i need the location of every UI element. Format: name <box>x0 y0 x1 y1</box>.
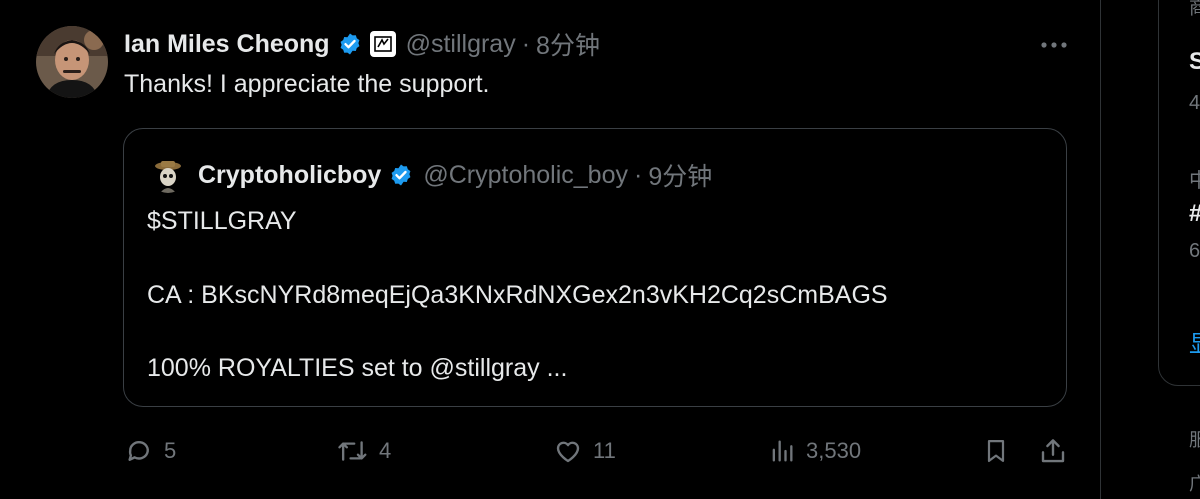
heart-icon <box>556 441 580 463</box>
sidebar-fragment[interactable]: 服 <box>1189 426 1200 452</box>
quoted-author-name[interactable]: Cryptoholicboy <box>198 161 381 190</box>
repost-button[interactable]: 4 <box>337 432 391 470</box>
reply-count: 5 <box>164 438 177 463</box>
views-button[interactable]: 3,530 <box>768 432 861 470</box>
separator-dot: · <box>633 160 643 189</box>
quoted-header: Cryptoholicboy @Cryptoholic_boy · 9分钟 <box>150 157 712 193</box>
sidebar-trends-card <box>1158 0 1200 386</box>
quoted-tweet[interactable]: Cryptoholicboy @Cryptoholic_boy · 9分钟 $S… <box>123 128 1067 407</box>
verified-badge-icon[interactable] <box>338 32 362 56</box>
quoted-text-line: $STILLGRAY <box>147 207 297 235</box>
tweet-text: Thanks! I appreciate the support. <box>124 70 490 98</box>
author-avatar[interactable] <box>36 26 108 98</box>
tweet-header: Ian Miles Cheong @stillgray · 8分钟 <box>124 26 600 62</box>
repost-icon <box>338 441 367 461</box>
share-icon <box>1041 439 1065 463</box>
quoted-author-avatar[interactable] <box>150 157 186 193</box>
affiliation-badge-icon[interactable] <box>369 31 396 57</box>
share-button[interactable] <box>1038 432 1068 470</box>
like-button[interactable]: 11 <box>553 432 616 470</box>
repost-count: 4 <box>379 438 392 463</box>
separator-dot: · <box>521 29 531 58</box>
tweet[interactable]: Ian Miles Cheong @stillgray · 8分钟 Thanks… <box>0 0 1100 499</box>
like-count: 11 <box>593 438 616 463</box>
sidebar-fragment[interactable]: 广 <box>1189 470 1200 496</box>
views-count: 3,530 <box>806 438 862 463</box>
bookmark-button[interactable] <box>982 432 1010 470</box>
verified-badge-icon[interactable] <box>389 163 413 187</box>
author-name[interactable]: Ian Miles Cheong <box>124 30 330 59</box>
more-icon[interactable] <box>1036 30 1072 60</box>
reply-button[interactable]: 5 <box>124 432 176 470</box>
quoted-time[interactable]: 9分钟 <box>648 157 712 193</box>
quoted-author-handle[interactable]: @Cryptoholic_boy <box>423 161 628 190</box>
author-handle[interactable]: @stillgray <box>406 30 516 59</box>
quoted-text-line: 100% ROYALTIES set to @stillgray ... <box>147 354 568 382</box>
reply-icon <box>128 441 149 461</box>
bookmark-icon <box>987 439 1005 463</box>
analytics-icon <box>772 440 793 462</box>
tweet-time[interactable]: 8分钟 <box>536 26 600 62</box>
quoted-text-line: CA : BKscNYRd8meqEjQa3KNxRdNXGex2n3vKH2C… <box>147 281 888 309</box>
